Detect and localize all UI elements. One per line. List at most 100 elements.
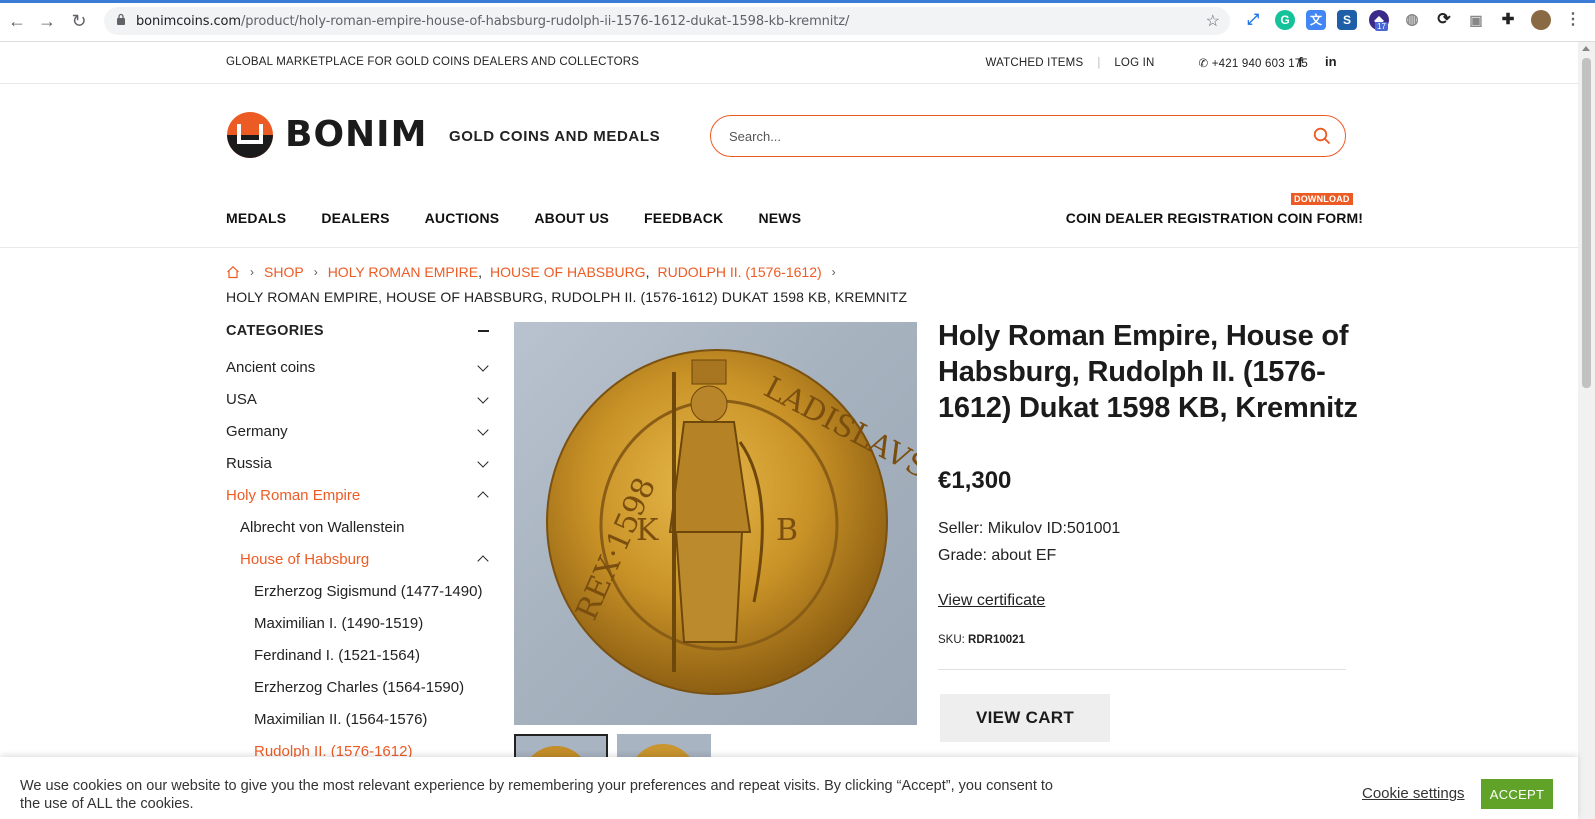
extension-s-icon[interactable]: S (1337, 10, 1357, 30)
cookie-message: We use cookies on our website to give yo… (20, 778, 1053, 812)
bonim-logo-icon[interactable] (227, 112, 273, 158)
tab-strip-edge (0, 0, 1595, 3)
chevron-right-icon: › (313, 265, 318, 279)
gold-coin-image: LADISLAVS REX·1598 K B (546, 349, 917, 695)
phone-link[interactable]: ✆ +421 940 603 175 (1199, 56, 1308, 70)
cookie-consent-bar: We use cookies on our website to give yo… (0, 757, 1578, 819)
breadcrumb-current: HOLY ROMAN EMPIRE, HOUSE OF HABSBURG, RU… (226, 289, 908, 305)
forward-icon[interactable]: → (36, 10, 58, 32)
site-slogan: GOLD COINS AND MEDALS (449, 128, 661, 145)
nav-about-us[interactable]: ABOUT US (534, 210, 609, 226)
breadcrumb: › SHOP › HOLY ROMAN EMPIRE, HOUSE OF HAB… (226, 264, 846, 280)
chevron-down-icon[interactable] (477, 424, 489, 436)
camera-icon[interactable]: ▣ (1466, 10, 1486, 30)
coin-letter-k: K (636, 513, 659, 548)
comma: , (478, 264, 482, 280)
linkedin-icon[interactable]: in (1325, 54, 1337, 69)
chevron-down-icon[interactable] (477, 456, 489, 468)
view-cart-button[interactable]: VIEW CART (940, 694, 1110, 742)
product-seller: Seller: Mikulov ID:501001 (938, 520, 1121, 537)
cookie-settings-link[interactable]: Cookie settings (1362, 785, 1465, 802)
product-price: €1,300 (938, 467, 1012, 494)
product-title: Holy Roman Empire, House of Habsburg, Ru… (938, 320, 1358, 424)
breadcrumb-shop[interactable]: SHOP (264, 264, 304, 280)
bookmark-star-icon[interactable]: ☆ (1206, 11, 1220, 31)
header-divider (0, 247, 1578, 248)
registration-form-link[interactable]: COIN DEALER REGISTRATION COIN FORM! (1066, 210, 1363, 226)
translate-icon[interactable]: 文 (1306, 10, 1326, 30)
coin-letter-b: B (776, 513, 798, 548)
expand-icon[interactable]: ⤢ (1243, 10, 1263, 30)
phone-number: +421 940 603 175 (1211, 58, 1308, 70)
nav-feedback[interactable]: FEEDBACK (644, 210, 723, 226)
browser-toolbar: ← → ↻ bonimcoins.com/product/holy-roman-… (0, 0, 1595, 42)
category-holy-roman-empire[interactable]: Holy Roman Empire (226, 487, 360, 504)
search-input[interactable] (729, 126, 1289, 146)
main-navigation: MEDALS DEALERS AUCTIONS ABOUT US FEEDBAC… (226, 210, 836, 226)
page-scrollbar[interactable] (1578, 42, 1595, 819)
scroll-up-icon[interactable] (1582, 46, 1590, 51)
product-sku: SKU: RDR10021 (938, 634, 1025, 646)
top-links: WATCHED ITEMS | LOG IN ✆ +421 940 603 17… (986, 56, 1308, 70)
grammarly-icon[interactable]: G (1275, 10, 1295, 30)
comma: , (645, 264, 650, 280)
divider (938, 669, 1346, 670)
category-albrecht-von-wallenstein[interactable]: Albrecht von Wallenstein (240, 519, 405, 536)
extension-badge-count: 17 (1375, 22, 1388, 31)
top-info-bar: GLOBAL MARKETPLACE FOR GOLD COINS DEALER… (0, 42, 1578, 84)
categories-title[interactable]: CATEGORIES (226, 323, 324, 339)
back-icon[interactable]: ← (6, 10, 28, 32)
profile-avatar[interactable] (1531, 10, 1551, 30)
chevron-right-icon: › (831, 265, 836, 279)
chevron-down-icon[interactable] (477, 360, 489, 372)
sku-label: SKU: (938, 634, 965, 646)
category-ancient-coins[interactable]: Ancient coins (226, 359, 315, 376)
search-box (710, 115, 1346, 157)
sku-value: RDR10021 (968, 634, 1025, 646)
nav-medals[interactable]: MEDALS (226, 210, 286, 226)
category-germany[interactable]: Germany (226, 423, 288, 440)
product-grade: Grade: about EF (938, 547, 1057, 564)
menu-kebab-icon[interactable]: ⋮ (1563, 10, 1583, 30)
category-ferdinand-i[interactable]: Ferdinand I. (1521-1564) (254, 647, 420, 664)
category-house-of-habsburg[interactable]: House of Habsburg (240, 551, 369, 568)
home-icon[interactable] (226, 265, 240, 279)
category-usa[interactable]: USA (226, 391, 257, 408)
accept-cookies-button[interactable]: ACCEPT (1481, 779, 1553, 809)
breadcrumb-rudolph-ii[interactable]: RUDOLPH II. (1576-1612) (657, 264, 821, 280)
extensions-puzzle-icon[interactable]: ✚ (1498, 10, 1518, 30)
site-tagline: GLOBAL MARKETPLACE FOR GOLD COINS DEALER… (226, 56, 640, 68)
chevron-up-icon[interactable] (477, 491, 489, 503)
url-text: bonimcoins.com/product/holy-roman-empire… (136, 14, 850, 29)
product-main-image[interactable]: LADISLAVS REX·1598 K B (514, 322, 917, 725)
breadcrumb-house-of-habsburg[interactable]: HOUSE OF HABSBURG (490, 264, 646, 280)
sync-icon[interactable]: ⟳ (1434, 10, 1454, 30)
breadcrumb-holy-roman-empire[interactable]: HOLY ROMAN EMPIRE (328, 264, 478, 280)
lock-icon (117, 13, 125, 25)
reload-icon[interactable]: ↻ (68, 10, 90, 32)
search-icon[interactable] (1313, 127, 1331, 145)
phone-icon: ✆ (1198, 58, 1212, 70)
globe-icon[interactable]: ◍ (1402, 10, 1422, 30)
view-certificate-link[interactable]: View certificate (938, 592, 1045, 610)
watched-items-link[interactable]: WATCHED ITEMS (986, 57, 1084, 69)
address-bar[interactable]: bonimcoins.com/product/holy-roman-empire… (104, 7, 1230, 35)
chevron-up-icon[interactable] (477, 555, 489, 567)
chevron-right-icon: › (250, 265, 254, 279)
nav-news[interactable]: NEWS (758, 210, 801, 226)
site-logo-text[interactable]: BONIM (285, 114, 427, 155)
facebook-icon[interactable]: f (1298, 54, 1303, 70)
login-link[interactable]: LOG IN (1114, 57, 1154, 69)
category-maximilian-i[interactable]: Maximilian I. (1490-1519) (254, 615, 423, 632)
scrollbar-thumb[interactable] (1582, 58, 1591, 388)
nav-auctions[interactable]: AUCTIONS (425, 210, 500, 226)
category-maximilian-ii[interactable]: Maximilian II. (1564-1576) (254, 711, 427, 728)
category-erzherzog-sigismund[interactable]: Erzherzog Sigismund (1477-1490) (254, 583, 482, 600)
category-erzherzog-charles[interactable]: Erzherzog Charles (1564-1590) (254, 679, 464, 696)
divider: | (1097, 57, 1101, 69)
download-badge[interactable]: DOWNLOAD (1291, 193, 1353, 205)
nav-dealers[interactable]: DEALERS (321, 210, 389, 226)
chevron-down-icon[interactable] (477, 392, 489, 404)
category-russia[interactable]: Russia (226, 455, 272, 472)
collapse-minus-icon[interactable] (478, 330, 489, 332)
